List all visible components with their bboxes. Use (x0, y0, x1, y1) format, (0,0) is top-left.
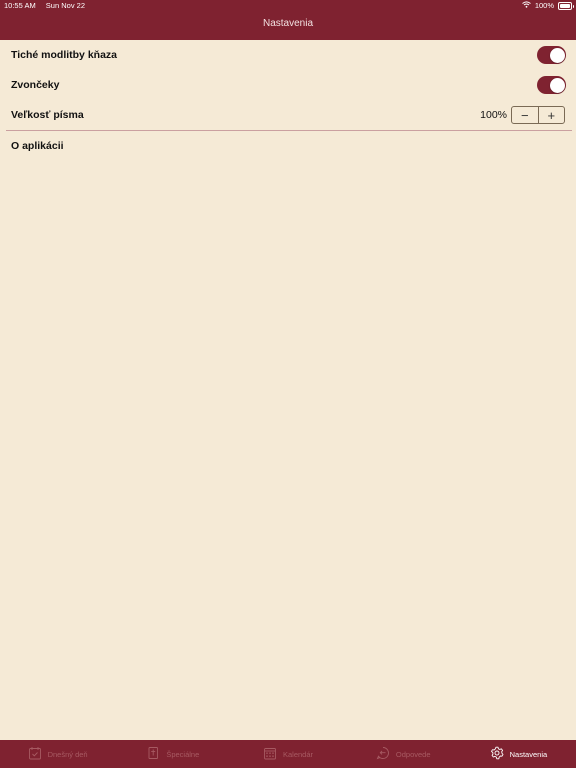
reply-bubble-icon (376, 746, 390, 762)
calendar-check-icon (28, 746, 42, 762)
settings-list: Tiché modlitby kňaza Zvončeky Veľkosť pí… (0, 40, 576, 161)
page-title: Nastavenia (262, 18, 314, 29)
wifi-icon (521, 0, 531, 11)
font-size-stepper: − + (511, 106, 565, 124)
increase-font-button[interactable]: + (539, 107, 565, 123)
tab-special[interactable]: Špeciálne (115, 740, 230, 768)
about-label: O aplikácii (11, 140, 64, 152)
tab-label: Kalendár (282, 749, 314, 759)
tab-bar: Dnešný deň Špeciálne Kalendár Odpovede N… (0, 740, 576, 768)
decrease-font-button[interactable]: − (512, 107, 539, 123)
status-date: Sun Nov 22 (45, 1, 85, 10)
battery-icon (558, 2, 574, 10)
tab-settings[interactable]: Nastavenia (461, 740, 576, 768)
toggle-knob (549, 47, 565, 63)
bells-row: Zvončeky (11, 70, 576, 100)
battery-percent: 100% (534, 1, 554, 10)
bells-toggle[interactable] (537, 76, 566, 94)
tab-label: Nastavenia (509, 749, 548, 759)
font-size-value: 100% (480, 109, 507, 121)
silent-prayers-toggle[interactable] (537, 46, 566, 64)
calendar-grid-icon (263, 746, 277, 762)
toggle-knob (549, 77, 565, 93)
navigation-bar: 10:55 AM Sun Nov 22 100% Nastavenia (0, 0, 576, 40)
tab-label: Dnešný deň (47, 749, 88, 759)
book-cross-icon (146, 746, 160, 762)
tab-calendar[interactable]: Kalendár (230, 740, 345, 768)
status-time: 10:55 AM (4, 1, 36, 10)
gear-icon (490, 746, 504, 762)
tab-today[interactable]: Dnešný deň (0, 740, 115, 768)
silent-prayers-row: Tiché modlitby kňaza (11, 40, 576, 70)
font-size-row: Veľkosť písma 100% − + (11, 100, 576, 130)
silent-prayers-label: Tiché modlitby kňaza (11, 49, 117, 61)
tab-label: Odpovede (395, 749, 431, 759)
about-row[interactable]: O aplikácii (11, 131, 576, 161)
tab-label: Špeciálne (166, 749, 200, 759)
status-bar: 10:55 AM Sun Nov 22 100% (0, 0, 576, 12)
bells-label: Zvončeky (11, 79, 60, 91)
tab-responses[interactable]: Odpovede (346, 740, 461, 768)
